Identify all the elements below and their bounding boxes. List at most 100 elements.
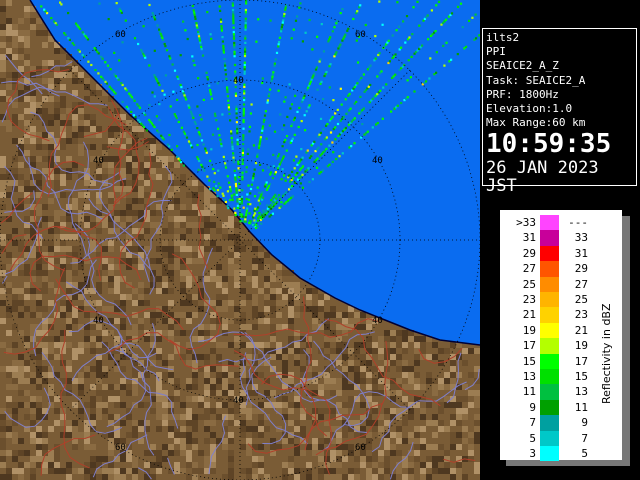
terrain-cell	[48, 456, 54, 462]
terrain-cell	[396, 426, 402, 432]
terrain-cell	[48, 390, 54, 396]
terrain-cell	[30, 468, 36, 474]
legend-upper-bound: 5	[581, 447, 588, 460]
echo-pixel	[319, 82, 322, 85]
terrain-cell	[474, 390, 480, 396]
terrain-cell	[252, 294, 258, 300]
terrain-cell	[102, 456, 108, 462]
terrain-cell	[138, 294, 144, 300]
echo-pixel	[215, 119, 218, 122]
echo-pixel	[238, 198, 241, 201]
terrain-cell	[138, 426, 144, 432]
echo-pixel	[240, 213, 243, 216]
terrain-cell	[372, 474, 378, 480]
echo-pixel	[353, 142, 356, 145]
terrain-cell	[66, 474, 72, 480]
terrain-cell	[228, 222, 234, 228]
echo-pixel	[274, 171, 277, 174]
terrain-cell	[0, 210, 6, 216]
echo-pixel	[100, 75, 103, 78]
echo-pixel	[271, 212, 274, 215]
echo-pixel	[67, 12, 70, 15]
echo-pixel	[278, 153, 281, 156]
echo-pixel	[288, 83, 291, 86]
terrain-cell	[6, 180, 12, 186]
echo-pixel	[236, 125, 239, 128]
echo-pixel	[53, 20, 56, 23]
echo-pixel	[328, 38, 331, 41]
terrain-cell	[240, 318, 246, 324]
terrain-cell	[180, 312, 186, 318]
terrain-cell	[6, 282, 12, 288]
terrain-cell	[54, 210, 60, 216]
legend-row: 23 25	[500, 292, 600, 308]
terrain-cell	[132, 426, 138, 432]
echo-pixel	[339, 43, 342, 46]
terrain-cell	[168, 372, 174, 378]
terrain-cell	[474, 348, 480, 354]
terrain-cell	[18, 48, 24, 54]
echo-pixel	[158, 83, 161, 87]
terrain-cell	[450, 366, 456, 372]
ring-label-60-bottom-right: 60	[355, 443, 366, 453]
terrain-cell	[78, 348, 84, 354]
terrain-cell	[456, 396, 462, 402]
echo-pixel	[219, 9, 222, 12]
echo-pixel	[180, 126, 183, 129]
echo-pixel	[289, 107, 292, 110]
legend-upper-bound: 23	[574, 308, 588, 322]
echo-pixel	[175, 117, 178, 120]
echo-pixel	[242, 143, 245, 146]
echo-pixel	[295, 155, 298, 158]
echo-pixel	[124, 19, 127, 22]
terrain-cell	[78, 384, 84, 390]
echo-pixel	[362, 73, 365, 76]
terrain-cell	[318, 384, 324, 390]
echo-pixel	[137, 119, 140, 122]
terrain-cell	[264, 288, 270, 294]
legend-lower-bound: 31	[522, 231, 536, 245]
terrain-cell	[234, 420, 240, 426]
echo-pixel	[221, 36, 224, 39]
terrain-cell	[132, 468, 138, 474]
echo-pixel	[276, 167, 279, 170]
echo-pixel	[234, 176, 237, 179]
terrain-cell	[162, 372, 168, 378]
terrain-cell	[114, 186, 120, 192]
terrain-cell	[78, 264, 84, 270]
terrain-cell	[174, 438, 180, 444]
terrain-cell	[258, 444, 264, 450]
terrain-cell	[78, 252, 84, 258]
echo-pixel	[325, 70, 328, 74]
terrain-cell	[192, 180, 198, 186]
echo-pixel	[445, 41, 448, 44]
echo-pixel	[222, 44, 225, 47]
terrain-cell	[186, 318, 192, 324]
terrain-cell	[222, 372, 228, 378]
echo-pixel	[231, 8, 235, 12]
terrain-cell	[246, 450, 252, 456]
terrain-cell	[30, 138, 36, 144]
terrain-cell	[48, 246, 54, 252]
terrain-cell	[162, 288, 168, 294]
terrain-cell	[456, 372, 462, 378]
echo-pixel	[191, 4, 194, 8]
echo-pixel	[226, 204, 229, 208]
terrain-cell	[120, 222, 126, 228]
echo-pixel	[206, 175, 209, 178]
terrain-cell	[186, 456, 192, 462]
terrain-cell	[252, 462, 258, 468]
terrain-cell	[270, 312, 276, 318]
echo-pixel	[316, 157, 319, 160]
terrain-cell	[54, 168, 60, 174]
terrain-cell	[246, 438, 252, 444]
terrain-cell	[162, 252, 168, 258]
echo-pixel	[232, 30, 235, 34]
terrain-cell	[114, 390, 120, 396]
echo-pixel	[71, 42, 74, 45]
legend-color-swatch	[540, 261, 559, 277]
terrain-cell	[234, 222, 240, 228]
terrain-cell	[384, 408, 390, 414]
echo-pixel	[219, 186, 222, 189]
terrain-cell	[12, 102, 18, 108]
